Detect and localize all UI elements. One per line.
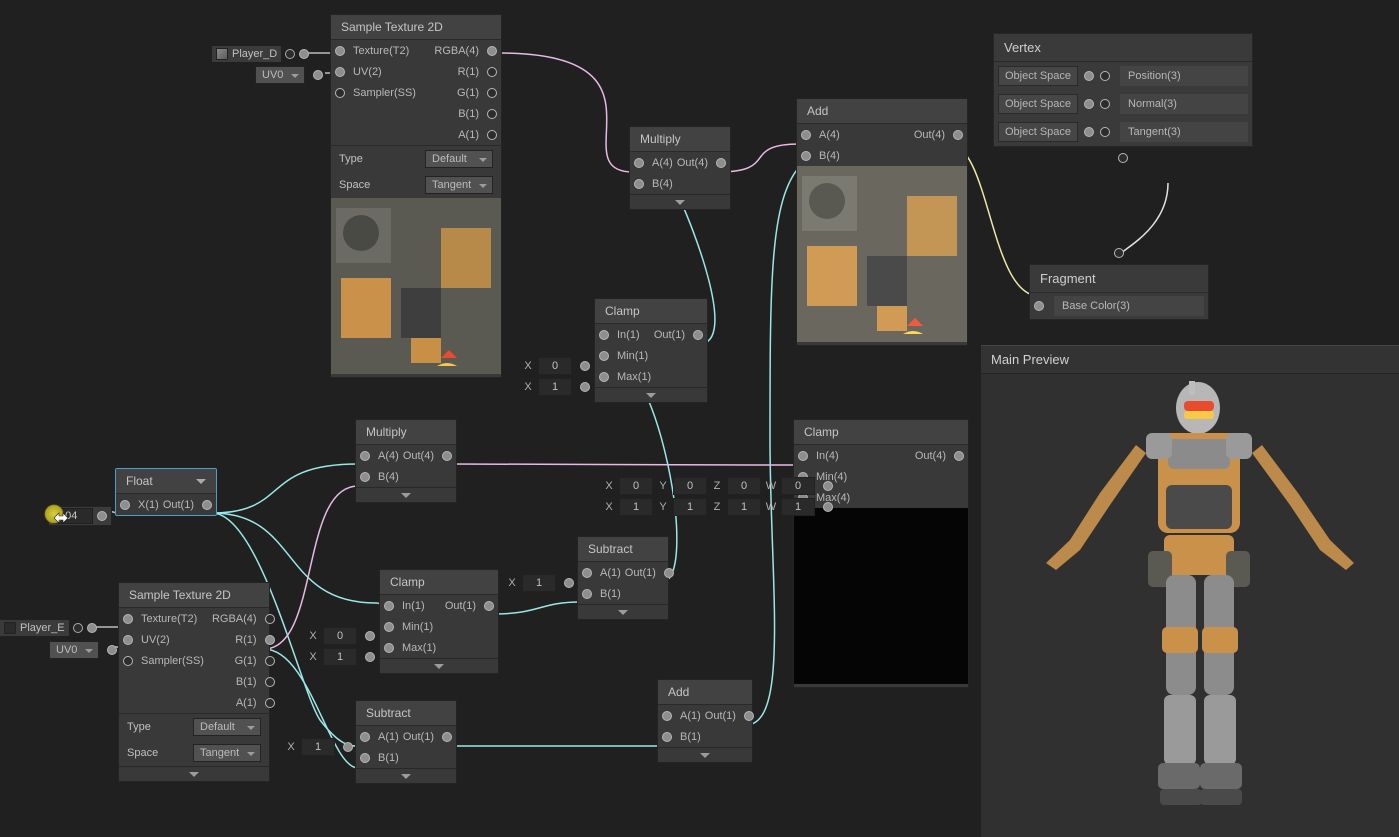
collapse-toggle[interactable]: [356, 487, 456, 502]
node-subtract-1[interactable]: Subtract A(1) Out(1) B(1): [577, 536, 669, 620]
space-dropdown[interactable]: Tangent: [425, 176, 493, 194]
clamp3-min-input[interactable]: X Y Z W: [603, 477, 833, 495]
collapse-toggle[interactable]: [658, 747, 752, 762]
shader-graph-canvas[interactable]: Sample Texture 2D Texture(T2) UV(2) Samp…: [0, 0, 1399, 837]
clamp2-max-input[interactable]: X: [307, 648, 375, 666]
texture-input-player-e[interactable]: Player_E: [0, 620, 97, 636]
texture-input-player-d[interactable]: Player_D: [212, 46, 309, 62]
type-dropdown[interactable]: Default: [425, 150, 493, 168]
node-title: Sample Texture 2D: [331, 15, 501, 40]
clamp1-min-input[interactable]: X: [522, 357, 590, 375]
clamp1-max-input[interactable]: X: [522, 378, 590, 396]
texture-thumb-icon: [216, 48, 228, 60]
node-add-1[interactable]: Add A(4) Out(4) B(4): [796, 98, 968, 346]
clamp2-min-input[interactable]: X: [307, 627, 375, 645]
node-multiply-2[interactable]: Multiply A(4) Out(4) B(4): [355, 419, 457, 503]
collapse-toggle[interactable]: [119, 766, 269, 781]
node-preview: [797, 166, 967, 345]
node-multiply-1[interactable]: Multiply A(4) Out(4) B(4): [629, 126, 731, 210]
subtract1-a-input[interactable]: X: [506, 574, 574, 592]
float-type-dropdown[interactable]: [196, 479, 206, 484]
node-preview-black: [794, 508, 968, 687]
texture-thumb-icon: [4, 622, 16, 634]
type-dropdown[interactable]: Default: [193, 718, 261, 736]
collapse-toggle[interactable]: [630, 194, 730, 209]
node-sample-texture-2d-2[interactable]: Sample Texture 2D Texture(T2) UV(2) Samp…: [118, 582, 270, 782]
node-clamp-1[interactable]: Clamp In(1) Out(1) Min(1) Max(1): [594, 298, 708, 403]
collapse-toggle[interactable]: [380, 658, 498, 673]
node-clamp-2[interactable]: Clamp In(1) Out(1) Min(1) Max(1): [379, 569, 499, 674]
node-sample-texture-2d-1[interactable]: Sample Texture 2D Texture(T2) UV(2) Samp…: [330, 14, 502, 378]
collapse-toggle[interactable]: [356, 768, 456, 783]
subtract2-a-input[interactable]: X: [285, 738, 353, 756]
node-float[interactable]: Float X(1) Out(1): [115, 468, 217, 516]
vertex-bottom-port[interactable]: [1118, 153, 1128, 163]
node-clamp-3[interactable]: Clamp In(4) Out(4) Min(4) Max(4): [793, 419, 969, 688]
fragment-master-node[interactable]: Fragment Base Color(3): [1029, 248, 1209, 320]
texture-preview: [331, 198, 501, 377]
collapse-toggle[interactable]: [595, 387, 707, 402]
uv-dropdown-2[interactable]: UV0: [49, 641, 117, 659]
vertex-master-node[interactable]: Vertex Object Space Position(3) Object S…: [993, 33, 1253, 163]
collapse-toggle[interactable]: [578, 604, 668, 619]
cursor-highlight: [44, 504, 64, 524]
main-preview-title: Main Preview: [981, 346, 1399, 374]
uv-dropdown-1[interactable]: UV0: [255, 66, 323, 84]
node-subtract-2[interactable]: Subtract A(1) Out(1) B(1): [355, 700, 457, 784]
fragment-top-port[interactable]: [1114, 248, 1124, 258]
space-dropdown[interactable]: Tangent: [193, 744, 261, 762]
node-add-2[interactable]: Add A(1) Out(1) B(1): [657, 679, 753, 763]
clamp3-max-input[interactable]: X Y Z W: [603, 498, 833, 516]
main-preview-model: [1040, 375, 1360, 830]
